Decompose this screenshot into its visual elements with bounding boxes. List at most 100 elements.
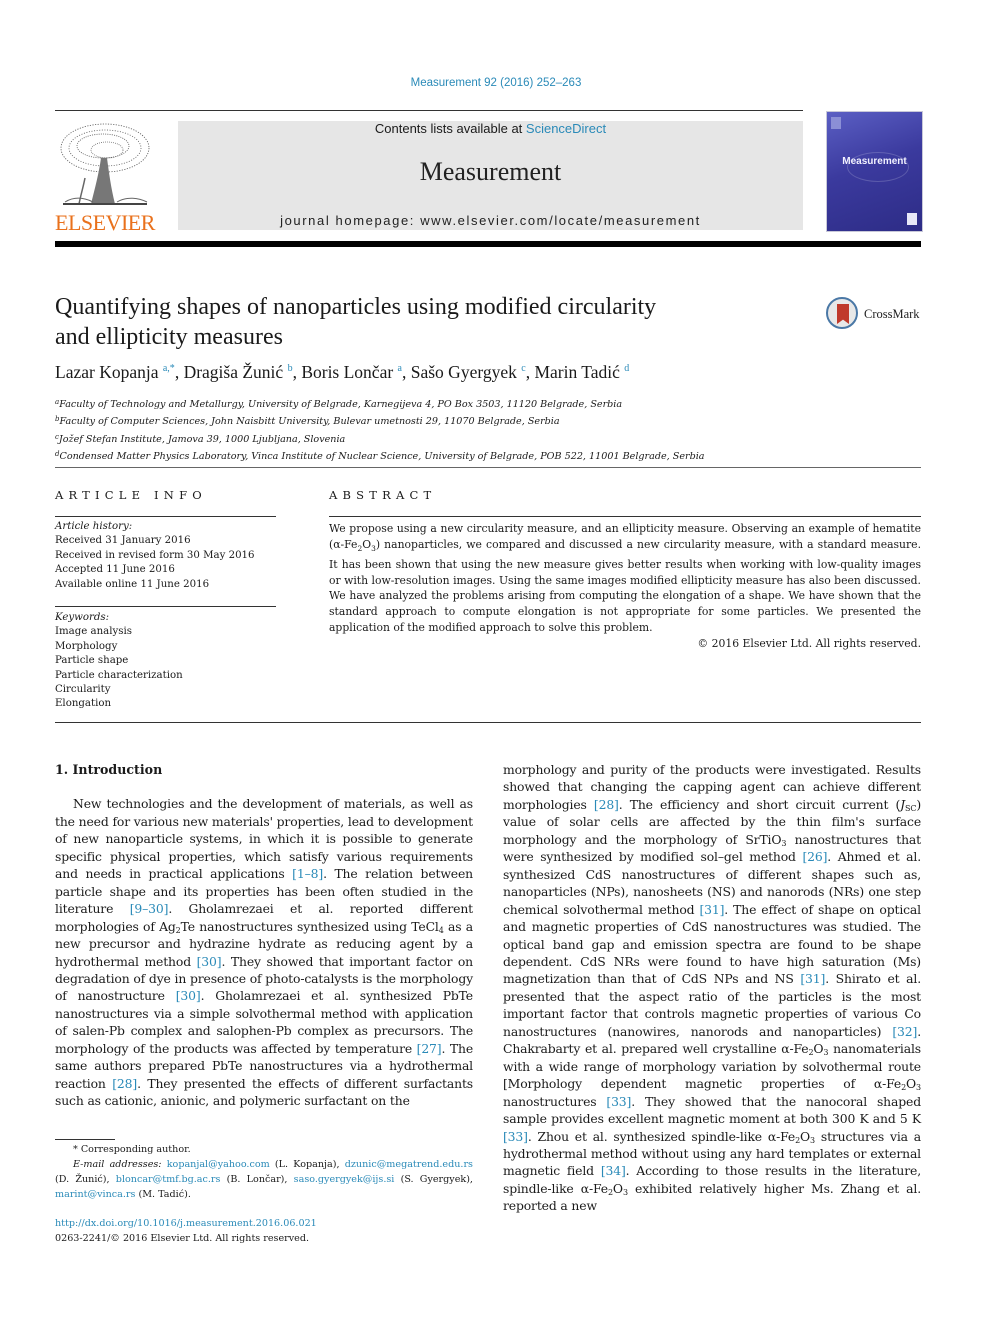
history-item: Available online 11 June 2016 xyxy=(55,578,210,590)
email-owner: (L. Kopanja), xyxy=(269,1159,345,1170)
doi-link[interactable]: http://dx.doi.org/10.1016/j.measurement.… xyxy=(55,1218,317,1229)
section-heading-introduction: 1. Introduction xyxy=(55,762,163,777)
subscript: 3 xyxy=(916,1083,921,1093)
abstract-paragraph: We propose using a new circularity measu… xyxy=(329,521,921,636)
author-email-link[interactable]: saso.gyergyek@ijs.si xyxy=(294,1174,395,1185)
keywords-label: Keywords: xyxy=(55,612,110,623)
affiliation-text: Jožef Stefan Institute, Jamova 39, 1000 … xyxy=(58,433,346,445)
abstract-text-segment: O xyxy=(362,537,372,551)
citation-reference-link[interactable]: [26] xyxy=(802,849,827,864)
author-affiliation-link[interactable]: c xyxy=(521,363,525,374)
history-item: Received in revised form 30 May 2016 xyxy=(55,549,255,561)
footnote-divider xyxy=(55,1139,115,1140)
citation-reference-link[interactable]: [31] xyxy=(699,902,724,917)
crossmark-label: CrossMark xyxy=(864,307,920,321)
author-email-link[interactable]: marint@vinca.rs xyxy=(55,1189,135,1200)
paper-title: Quantifying shapes of nanoparticles usin… xyxy=(55,292,755,352)
text-segment: . Zhou et al. synthesized spindle-like α… xyxy=(527,1128,796,1144)
abstract-heading: ABSTRACT xyxy=(329,488,437,502)
citation-reference-link[interactable]: [31] xyxy=(800,971,825,986)
section-divider xyxy=(55,467,921,468)
affiliation-list: aFaculty of Technology and Metallurgy, U… xyxy=(55,395,915,464)
crossmark-button[interactable]: CrossMark xyxy=(826,297,926,335)
abstract-divider xyxy=(329,516,921,517)
citation-reference-link[interactable]: [27] xyxy=(417,1041,442,1056)
citation-reference-link[interactable]: [30] xyxy=(176,988,201,1003)
keyword-item: Image analysis xyxy=(55,626,132,638)
citation-reference-link[interactable]: [34] xyxy=(601,1163,626,1178)
body-column-left: 1. Introduction New technologies and the… xyxy=(55,761,473,1110)
author-affiliation-link[interactable]: a,* xyxy=(163,363,175,374)
affiliation-text: Faculty of Computer Sciences, John Naisb… xyxy=(59,416,560,428)
email-addresses: E-mail addresses: kopanjal@yahoo.com (L.… xyxy=(55,1157,473,1202)
author-affiliation-link[interactable]: a xyxy=(398,363,402,374)
email-label: E-mail addresses: xyxy=(73,1159,162,1170)
header-top-rule xyxy=(55,110,803,111)
email-owner: (M. Tadić). xyxy=(135,1189,191,1200)
paper-title-line-1: Quantifying shapes of nanoparticles usin… xyxy=(55,294,657,320)
crossmark-icon xyxy=(826,297,858,329)
intro-paragraph: morphology and purity of the products we… xyxy=(503,761,921,1215)
citation-reference-link[interactable]: [28] xyxy=(594,797,619,812)
citation-reference-link[interactable]: [28] xyxy=(112,1076,137,1091)
body-column-right: morphology and purity of the products we… xyxy=(503,761,921,1215)
journal-title: Measurement xyxy=(419,157,562,186)
article-history-label: Article history: xyxy=(55,521,133,532)
history-item: Received 31 January 2016 xyxy=(55,535,191,547)
email-owner: (S. Gyergyek), xyxy=(394,1174,473,1185)
email-owner: (D. Žunić), xyxy=(55,1174,116,1185)
issn-copyright: 0263-2241/© 2016 Elsevier Ltd. All right… xyxy=(55,1233,310,1244)
abstract-text-segment: ) nanoparticles, we compared and discuss… xyxy=(329,537,921,634)
author-list: Lazar Kopanja a,*, Dragiša Žunić b, Bori… xyxy=(55,362,630,382)
footnotes: * Corresponding author. E-mail addresses… xyxy=(55,1142,473,1202)
elsevier-wordmark[interactable]: ELSEVIER xyxy=(55,210,155,236)
author-email-link[interactable]: dzunic@megatrend.edu.rs xyxy=(345,1159,473,1170)
citation-reference-link[interactable]: [9–30] xyxy=(130,901,169,916)
cover-title: Measurement xyxy=(842,156,907,167)
author-name: Boris Lončar xyxy=(301,362,394,382)
doi-block: http://dx.doi.org/10.1016/j.measurement.… xyxy=(55,1216,473,1246)
crossmark-ribbon-icon xyxy=(837,304,849,324)
keywords: Keywords: Image analysis Morphology Part… xyxy=(55,611,285,712)
citation-reference-link[interactable]: [33] xyxy=(503,1129,528,1144)
citation-reference-link[interactable]: [1–8] xyxy=(292,866,323,881)
affiliation-text: Faculty of Technology and Metallurgy, Un… xyxy=(59,399,623,410)
intro-paragraph: New technologies and the development of … xyxy=(55,795,473,1109)
affiliation-text: Condensed Matter Physics Laboratory, Vin… xyxy=(59,450,705,462)
author-email-link[interactable]: kopanjal@yahoo.com xyxy=(167,1159,270,1170)
paper-title-line-2: and ellipticity measures xyxy=(55,324,283,350)
author-affiliation-link[interactable]: d xyxy=(624,363,629,374)
cover-society-logo-icon xyxy=(907,213,917,225)
keyword-item: Particle shape xyxy=(55,655,129,667)
journal-homepage-link[interactable]: journal homepage: www.elsevier.com/locat… xyxy=(178,213,803,228)
text-segment: Te nanostructures synthesized using TeCl xyxy=(180,918,439,934)
cover-publisher-logo-icon xyxy=(831,117,841,129)
citation-reference-link[interactable]: [33] xyxy=(606,1094,631,1109)
contents-prefix: Contents lists available at xyxy=(374,121,526,136)
text-segment: nanostructures xyxy=(503,1093,607,1109)
abstract-body: We propose using a new circularity measu… xyxy=(329,521,921,652)
journal-cover-image[interactable]: Measurement xyxy=(826,111,923,232)
author-name: Marin Tadić xyxy=(534,362,620,382)
author-name: Dragiša Žunić xyxy=(183,362,284,382)
journal-citation-link[interactable]: Measurement 92 (2016) 252–263 xyxy=(0,77,992,89)
text-segment: . The efficiency and short circuit curre… xyxy=(618,796,901,812)
text-segment: O xyxy=(906,1076,917,1092)
text-segment: O xyxy=(813,1041,824,1057)
citation-reference-link[interactable]: [32] xyxy=(892,1024,917,1039)
author-name: Sašo Gyergyek xyxy=(410,362,517,382)
header-thick-rule xyxy=(55,241,921,247)
author-email-link[interactable]: bloncar@tmf.bg.ac.rs xyxy=(116,1174,221,1185)
section-divider xyxy=(55,722,921,723)
author-affiliation-link[interactable]: b xyxy=(288,363,293,374)
history-item: Accepted 11 June 2016 xyxy=(55,564,175,576)
contents-line: Contents lists available at ScienceDirec… xyxy=(178,121,803,136)
affiliation-item: cJožef Stefan Institute, Jamova 39, 1000… xyxy=(55,430,915,447)
abstract-copyright: © 2016 Elsevier Ltd. All rights reserved… xyxy=(697,636,921,650)
email-owner: (B. Lončar), xyxy=(220,1174,294,1185)
citation-reference-link[interactable]: [30] xyxy=(197,954,222,969)
author-name: Lazar Kopanja xyxy=(55,362,159,382)
journal-masthead: Contents lists available at ScienceDirec… xyxy=(178,121,803,230)
affiliation-item: dCondensed Matter Physics Laboratory, Vi… xyxy=(55,447,915,464)
sciencedirect-link[interactable]: ScienceDirect xyxy=(526,121,606,136)
